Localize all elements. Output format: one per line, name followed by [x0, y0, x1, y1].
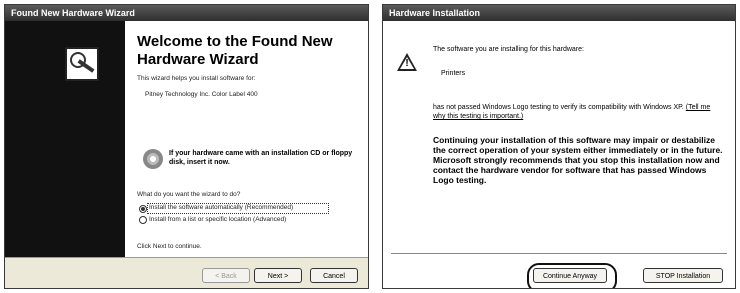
- wizard-sidebar: [5, 21, 125, 257]
- hardware-install-button-bar: Continue Anyway STOP Installation: [383, 254, 735, 288]
- logo-test-text: has not passed Windows Logo testing to v…: [433, 104, 684, 111]
- hardware-install-content: ! The software you are installing for th…: [383, 21, 735, 288]
- back-button[interactable]: < Back: [202, 268, 250, 283]
- radio-install-automatically[interactable]: [139, 205, 147, 213]
- radio-install-from-list[interactable]: [139, 216, 147, 224]
- install-device: Printers: [441, 70, 466, 77]
- continue-anyway-button[interactable]: Continue Anyway: [533, 268, 607, 283]
- hardware-install-title-bar[interactable]: Hardware Installation: [383, 5, 735, 21]
- wizard-continue-text: Click Next to continue.: [137, 243, 202, 250]
- cancel-button[interactable]: Cancel: [310, 268, 358, 283]
- wizard-intro: This wizard helps you install software f…: [137, 75, 256, 82]
- found-new-hardware-wizard: Found New Hardware Wizard Welcome to the…: [4, 4, 369, 289]
- wizard-heading: Welcome to the Found New Hardware Wizard: [137, 33, 333, 68]
- wizard-device-name: Pitney Technology Inc. Color Label 400: [145, 91, 258, 98]
- wizard-title-bar[interactable]: Found New Hardware Wizard: [5, 5, 368, 21]
- hardware-installation-dialog: Hardware Installation ! The software you…: [382, 4, 736, 289]
- wizard-cd-note: If your hardware came with an installati…: [169, 150, 353, 166]
- cd-icon: [143, 149, 163, 169]
- compatibility-warning: Continuing your installation of this sof…: [433, 135, 723, 185]
- wizard-content: Welcome to the Found New Hardware Wizard…: [125, 21, 368, 257]
- option-install-automatically-label[interactable]: Install the software automatically (Reco…: [149, 204, 293, 211]
- wizard-icon: [65, 47, 99, 81]
- option-install-from-list-label[interactable]: Install from a list or specific location…: [149, 216, 286, 223]
- next-button[interactable]: Next >: [254, 268, 302, 283]
- install-intro: The software you are installing for this…: [433, 46, 584, 53]
- logo-test-paragraph: has not passed Windows Logo testing to v…: [433, 103, 723, 121]
- wizard-question: What do you want the wizard to do?: [137, 191, 241, 198]
- wizard-button-bar: < Back Next > Cancel: [5, 257, 368, 288]
- stop-installation-button[interactable]: STOP Installation: [643, 268, 723, 283]
